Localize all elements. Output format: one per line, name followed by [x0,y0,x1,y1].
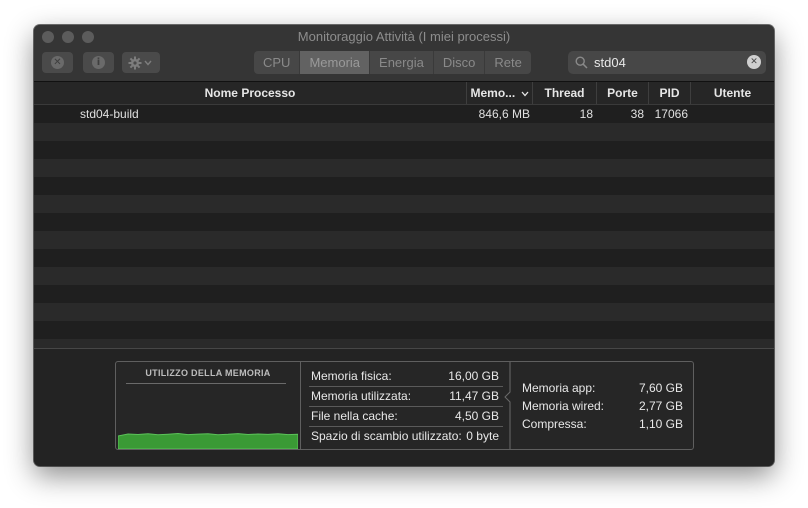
stat-label-cached: File nella cache: [311,409,398,423]
stat-label-physical: Memoria fisica: [311,369,392,383]
stat-value-cached: 4,50 GB [454,409,499,423]
table-row-stripe [34,231,774,249]
process-threads: 18 [579,107,593,121]
column-header-memory-label: Memo... [470,86,516,100]
table-row-stripe [34,303,774,321]
activity-monitor-window: Monitoraggio Attività (I miei processi) … [34,25,774,466]
table-row-stripe [34,321,774,339]
column-header-ports[interactable]: Porte [596,82,648,104]
memory-pressure-graph [118,432,298,449]
table-row[interactable]: std04-build 846,6 MB 18 38 17066 [34,105,774,123]
table-row-stripe [34,141,774,159]
stat-value-wired: 2,77 GB [638,399,683,413]
process-user [690,105,774,123]
stat-value-used: 11,47 GB [449,389,499,403]
process-table: std04-build 846,6 MB 18 38 17066 [34,105,774,357]
table-header: Nome Processo Memo... Thread Porte PID U… [34,82,774,105]
stop-process-button[interactable]: ✕ [42,52,73,73]
bracket-arrow [504,362,511,449]
stat-value-app: 7,60 GB [638,381,683,395]
panel-separator [300,362,301,449]
table-row-stripe [34,195,774,213]
table-row-stripe [34,213,774,231]
gear-icon [128,56,152,69]
process-pid: 17066 [654,107,688,121]
column-header-user[interactable]: Utente [690,82,774,104]
view-tabs: CPU Memoria Energia Disco Rete [254,51,531,74]
process-ports: 38 [630,107,644,121]
clear-search-icon[interactable]: ✕ [747,55,761,69]
search-input[interactable] [594,51,734,74]
column-header-memory[interactable]: Memo... [466,82,532,104]
action-menu-button[interactable] [122,52,160,73]
search-icon [575,56,588,69]
memory-graph-title: UTILIZZO DELLA MEMORIA [145,368,271,378]
stat-label-compressed: Compressa: [522,417,587,431]
table-row-stripe [34,159,774,177]
stat-value-swap: 0 byte [466,429,499,443]
inspect-process-button[interactable]: i [83,52,114,73]
search-field: ✕ [568,51,766,74]
window-title: Monitoraggio Attività (I miei processi) [297,29,511,44]
sort-descending-icon [521,91,528,97]
tab-energia[interactable]: Energia [370,51,434,74]
tab-memoria[interactable]: Memoria [300,51,371,74]
stat-label-app: Memoria app: [522,381,596,395]
process-memory: 846,6 MB [478,107,530,121]
x-circle-icon: ✕ [51,56,64,69]
graph-title-underline [126,383,286,384]
tab-rete[interactable]: Rete [485,51,530,74]
stat-label-used: Memoria utilizzata: [311,389,412,403]
toolbar: Monitoraggio Attività (I miei processi) … [34,25,774,82]
info-circle-icon: i [92,56,105,69]
column-header-pid[interactable]: PID [648,82,690,104]
stat-label-wired: Memoria wired: [522,399,605,413]
table-row-stripe [34,267,774,285]
memory-summary: UTILIZZO DELLA MEMORIA Memoria fisica: 1… [34,349,774,466]
table-row-stripe [34,123,774,141]
memory-panel: UTILIZZO DELLA MEMORIA Memoria fisica: 1… [115,361,694,450]
table-row-stripe [34,249,774,267]
tab-disco[interactable]: Disco [434,51,486,74]
table-row-stripe [34,285,774,303]
column-header-threads[interactable]: Thread [532,82,596,104]
process-name: std04-build [80,107,139,121]
table-row-stripe [34,177,774,195]
column-header-name[interactable]: Nome Processo [34,82,466,104]
stat-value-compressed: 1,10 GB [638,417,683,431]
stat-value-physical: 16,00 GB [448,369,499,383]
tab-cpu[interactable]: CPU [254,51,301,74]
